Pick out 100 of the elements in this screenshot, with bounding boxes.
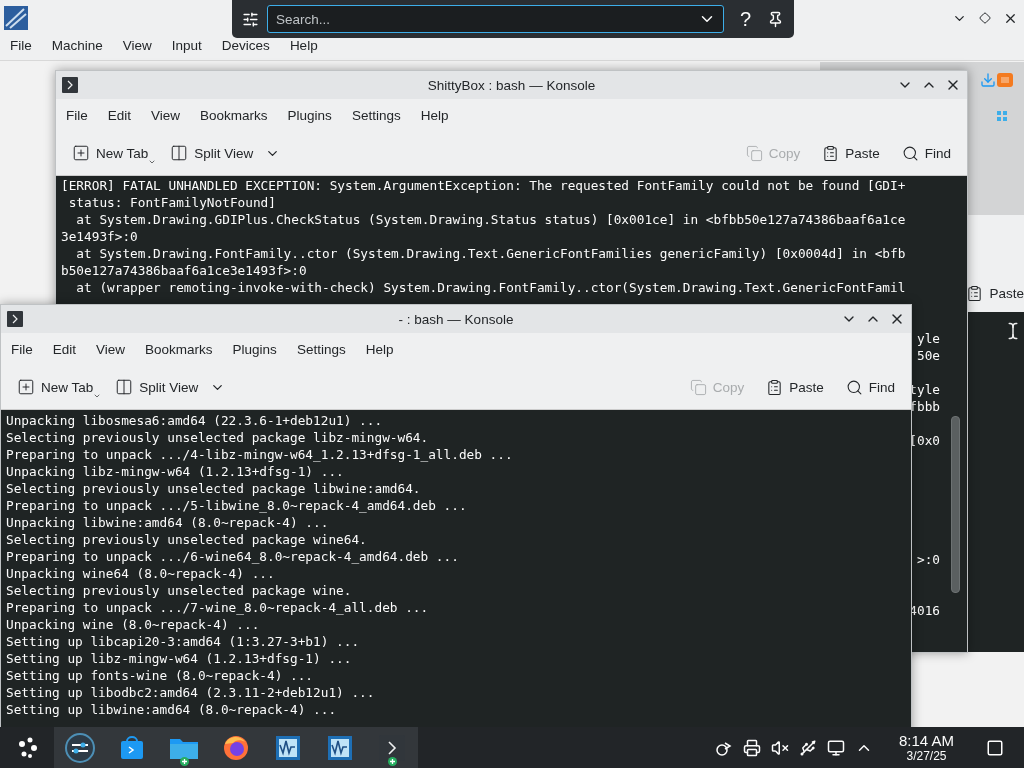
show-desktop-icon[interactable] xyxy=(986,738,1004,757)
split-view-icon xyxy=(115,378,134,396)
plus-badge-icon xyxy=(388,757,397,766)
caret-icon xyxy=(93,392,102,400)
menu-item[interactable]: File xyxy=(56,105,98,125)
menu-item[interactable]: Plugins xyxy=(277,105,342,125)
terminal-line: Setting up libwine:amd64 (8.0~repack-4) ... xyxy=(6,701,337,718)
terminal-line: status: FontFamilyNotFound] xyxy=(67,194,276,211)
terminal-line: [ERROR] FATAL UNHANDLED EXCEPTION: System.ArgumentException: The requested FontFamily could not be found [GDI+ xyxy=(61,177,906,194)
vm-icon[interactable] xyxy=(327,734,353,761)
terminal-line: Setting up libcapi20-3:amd64 (1:3.27-3+b1) ... xyxy=(6,633,360,650)
terminal-line: Preparing to unpack .../7-wine_8.0~repack-4_all.deb ... xyxy=(6,599,429,616)
clock[interactable]: 8:14 AM 3/27/25 xyxy=(898,732,954,763)
new-tab-icon xyxy=(17,378,35,396)
vm-icon[interactable] xyxy=(275,734,301,761)
download-icon xyxy=(980,72,996,88)
terminal-line: Unpacking wine (8.0~repack-4) ... xyxy=(6,616,260,633)
terminal-line: 3e1493f>:0 xyxy=(61,228,138,245)
scrollbar-thumb[interactable] xyxy=(951,416,960,593)
menu-item[interactable]: Help xyxy=(279,36,328,55)
split-view-button[interactable]: Split View xyxy=(162,140,289,166)
terminal-line: Preparing to unpack .../6-wine64_8.0~repack-4_amd64.deb ... xyxy=(6,548,459,565)
terminal-line: Selecting previously unselected package libz-mingw-w64. xyxy=(6,429,429,446)
terminal-text: yle xyxy=(916,331,940,346)
clock-time: 8:14 AM xyxy=(898,732,954,749)
terminal-line: at System.Drawing.FontFamily..ctor (System.Drawing.Text.GenericFontFamilies genericFamily) [0x0004d] in <bfb xyxy=(75,245,906,262)
menu-item[interactable]: Plugins xyxy=(222,339,287,359)
caret-icon xyxy=(148,158,157,166)
display-icon[interactable] xyxy=(826,738,845,757)
app-logo-icon xyxy=(4,6,28,30)
terminal-line: Unpacking wine64 (8.0~repack-4) ... xyxy=(6,565,275,582)
terminal-line: Preparing to unpack .../4-libz-mingw-w64_1.2.13+dfsg-1_all.deb ... xyxy=(6,446,513,463)
paste-button[interactable]: Paste xyxy=(814,140,888,166)
menu-item[interactable]: View xyxy=(112,36,162,55)
terminal-line: Selecting previously unselected package wine. xyxy=(6,582,352,599)
new-tab-button[interactable]: New Tab xyxy=(64,140,157,166)
app-icon xyxy=(996,71,1014,89)
terminal-text: 50e xyxy=(916,348,940,363)
terminal-line: Selecting previously unselected package libwine:amd64. xyxy=(6,480,421,497)
terminal-line: Unpacking libosmesa6:amd64 (22.3.6-1+deb12u1) ... xyxy=(6,412,383,429)
menu-item[interactable]: Help xyxy=(355,339,404,359)
usb-icon[interactable] xyxy=(798,738,817,757)
menu-item[interactable]: Devices xyxy=(211,36,280,55)
menu-item[interactable]: Edit xyxy=(97,105,142,125)
help-button[interactable]: ? xyxy=(731,7,759,31)
paste-button[interactable]: Paste xyxy=(758,374,832,400)
split-view-button[interactable]: Split View xyxy=(107,374,234,400)
menu-item[interactable]: View xyxy=(86,339,136,359)
terminal-text: [0x0 xyxy=(909,433,940,448)
menu-item[interactable]: Machine xyxy=(41,36,113,55)
menu-item[interactable]: Edit xyxy=(42,339,87,359)
launcher-icon[interactable] xyxy=(16,735,40,760)
browser-icon[interactable] xyxy=(222,733,250,762)
menu-item[interactable]: View xyxy=(141,105,191,125)
new-tab-icon xyxy=(72,144,90,162)
terminal-text: fbbb xyxy=(909,399,940,414)
menu-item[interactable]: File xyxy=(0,36,42,55)
clock-date: 3/27/25 xyxy=(906,748,947,763)
find-button[interactable]: Find xyxy=(837,374,903,400)
copy-icon xyxy=(689,378,707,396)
terminal-text: >:0 xyxy=(916,552,940,567)
menu-item[interactable]: Bookmarks xyxy=(190,105,278,125)
menu-item[interactable]: Settings xyxy=(286,339,356,359)
terminal-line: Selecting previously unselected package wine64. xyxy=(6,531,367,548)
terminal-line: Unpacking libz-mingw-w64 (1.2.13+dfsg-1) ... xyxy=(6,463,344,480)
terminal-icon xyxy=(7,311,23,327)
paste-button[interactable]: Paste xyxy=(966,281,1024,306)
menu-item[interactable]: Bookmarks xyxy=(135,339,223,359)
copy-icon xyxy=(745,144,763,162)
app-icon xyxy=(996,110,1008,122)
window-title: - : bash — Konsole xyxy=(397,311,515,327)
menu-item[interactable]: Help xyxy=(410,105,459,125)
settings-icon[interactable] xyxy=(64,731,96,764)
terminal-line: Unpacking libwine:amd64 (8.0~repack-4) ... xyxy=(6,514,329,531)
pin-icon[interactable] xyxy=(767,10,784,28)
terminal-line: b50e127a74386baaf6a1ce3e1493f>:0 xyxy=(61,262,307,279)
terminal-line: at (wrapper remoting-invoke-with-check) System.Drawing.FontFamily..ctor(System.Drawing.Text.GenericFontFamil xyxy=(75,279,906,296)
window-title: ShittyBox : bash — Konsole xyxy=(426,77,597,93)
store-icon[interactable] xyxy=(119,734,145,761)
terminal-line: Setting up libz-mingw-w64 (1.2.13+dfsg-1) ... xyxy=(6,650,352,667)
search-icon xyxy=(845,378,863,396)
search-field[interactable]: Search... xyxy=(267,5,724,33)
volume-muted-icon[interactable] xyxy=(770,738,789,757)
terminal-line: at System.Drawing.GDIPlus.CheckStatus (System.Drawing.Status status) [0x001ce] in <bfbb50e127a74386baaf6a1ce xyxy=(75,211,906,228)
terminal-line: Preparing to unpack .../5-libwine_8.0~repack-4_amd64.deb ... xyxy=(6,497,467,514)
menu-item[interactable]: Input xyxy=(161,36,212,55)
terminal-icon xyxy=(62,77,78,93)
find-button[interactable]: Find xyxy=(893,140,959,166)
plus-badge-icon xyxy=(180,757,189,766)
menu-item[interactable]: Settings xyxy=(341,105,411,125)
settings-icon[interactable] xyxy=(242,10,259,28)
terminal-line: Setting up fonts-wine (8.0~repack-4) ... xyxy=(6,667,314,684)
search-icon xyxy=(901,144,919,162)
terminal-text: tyle xyxy=(909,382,940,397)
terminal-line: Setting up libodbc2:amd64 (2.3.11-2+deb12u1) ... xyxy=(6,684,375,701)
menu-item[interactable]: File xyxy=(1,339,43,359)
new-tab-button[interactable]: New Tab xyxy=(9,374,102,400)
split-view-icon xyxy=(170,144,189,162)
maximize-icon[interactable] xyxy=(979,12,991,24)
taskbar-button[interactable] xyxy=(54,727,106,768)
